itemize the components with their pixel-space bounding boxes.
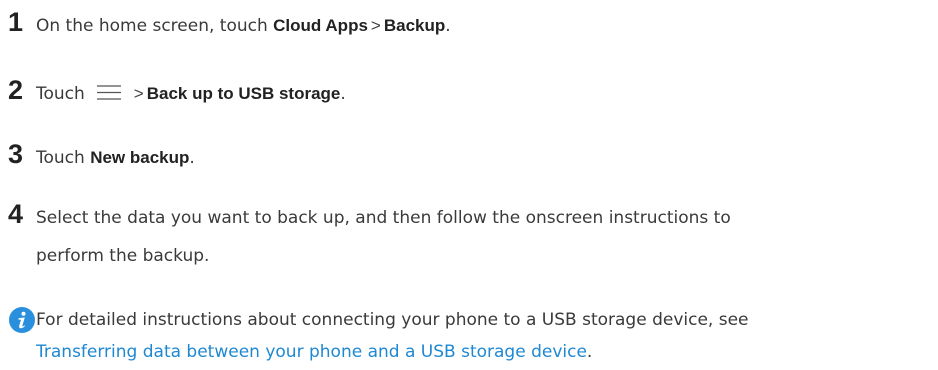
- transfer-data-link[interactable]: Transferring data between your phone and…: [36, 342, 587, 362]
- step-punct: .: [340, 84, 346, 104]
- note-link-line: Transferring data between your phone and…: [36, 334, 592, 370]
- backup-label: Backup: [383, 16, 446, 35]
- info-icon: [9, 307, 35, 333]
- menu-icon: [96, 85, 121, 100]
- note-punct: .: [586, 342, 593, 362]
- step-punct: .: [445, 16, 451, 36]
- cloud-apps-label: Cloud Apps: [273, 16, 368, 35]
- step-number: 1: [8, 7, 24, 37]
- step-text: Touch: [36, 84, 85, 104]
- step-3: 3 Touch New backup.: [8, 136, 195, 176]
- back-up-to-usb-label: Back up to USB storage: [146, 84, 341, 103]
- step-number: 2: [8, 75, 24, 105]
- step-number: 3: [8, 139, 24, 169]
- step-4: 4 Select the data you want to back up, an…: [8, 196, 731, 236]
- note-text: For detailed instructions about connecti…: [36, 310, 749, 330]
- step-punct: .: [189, 148, 195, 168]
- new-backup-label: New backup: [90, 148, 190, 167]
- separator: >: [370, 16, 381, 35]
- step-number: 4: [8, 199, 24, 229]
- step-text: Touch: [36, 148, 91, 168]
- step-2: 2 Touch > Back up to USB storage.: [8, 72, 346, 112]
- separator: >: [133, 84, 144, 103]
- step-text: Select the data you want to back up, and…: [36, 208, 731, 228]
- step-text: On the home screen, touch: [36, 16, 274, 36]
- step-4-continuation: perform the backup.: [36, 246, 210, 266]
- step-1: 1 On the home screen, touch Cloud Apps > Ba…: [8, 4, 451, 44]
